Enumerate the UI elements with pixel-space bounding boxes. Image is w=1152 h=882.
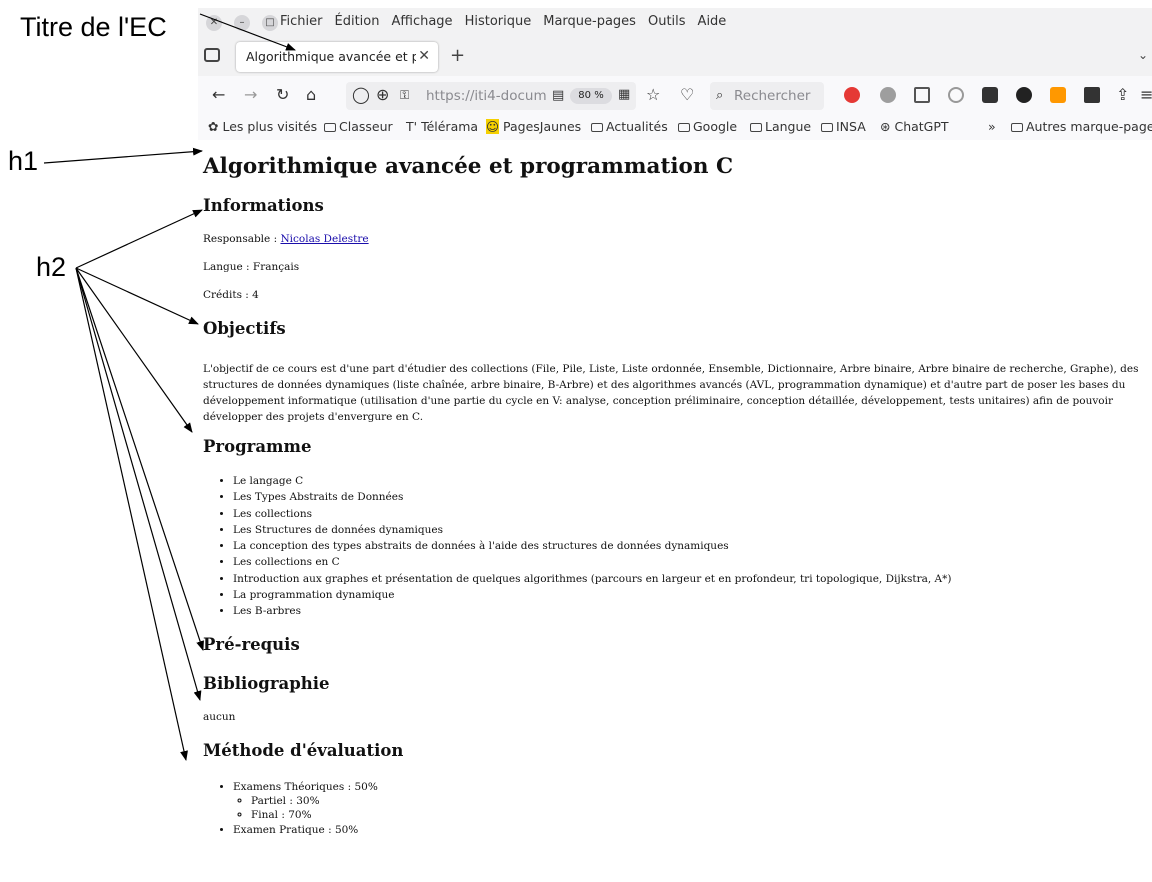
arrow-h2-bibliographie	[75, 267, 202, 701]
arrow-h2-evaluation	[75, 267, 188, 761]
arrow-ec-title	[199, 13, 296, 51]
arrow-h2-objectifs	[75, 267, 199, 325]
arrow-h2-programme	[75, 267, 193, 433]
arrow-h2-informations	[75, 209, 203, 269]
arrow-h2-prerequis	[75, 267, 204, 651]
arrow-h1	[43, 147, 203, 164]
annotation-arrows	[43, 13, 296, 761]
